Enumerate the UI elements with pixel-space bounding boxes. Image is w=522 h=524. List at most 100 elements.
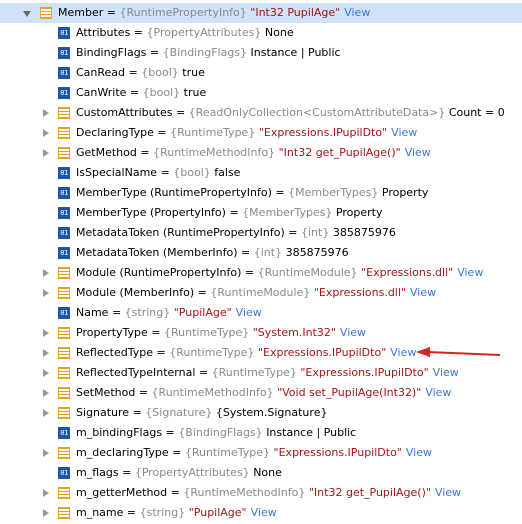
tree-row-metadatatoken-runtimepropertyinfo[interactable]: 01 MetadataToken (RuntimePropertyInfo) = … (0, 223, 522, 243)
view-link[interactable]: View (433, 366, 459, 379)
property-icon (58, 347, 70, 359)
expand-arrow-icon[interactable] (40, 483, 52, 503)
member-type: {ReadOnlyCollection<CustomAttributeData>… (188, 106, 446, 119)
member-value: Property (381, 186, 429, 199)
equals-sign: = (153, 346, 170, 359)
view-link[interactable]: View (410, 286, 436, 299)
view-link[interactable]: View (344, 6, 370, 19)
expand-arrow-icon[interactable] (40, 263, 52, 283)
view-link[interactable]: View (457, 266, 483, 279)
member-value: "Int32 get_PupilAge()" (278, 146, 401, 159)
tree-row-member[interactable]: Member = {RuntimePropertyInfo} "Int32 Pu… (0, 3, 522, 23)
value-icon: 01 (58, 247, 70, 259)
member-type: {MemberTypes} (242, 206, 333, 219)
view-link[interactable]: View (425, 386, 451, 399)
member-value: "Expressions.dll" (361, 266, 454, 279)
tree-row-module-memberinfo[interactable]: Module (MemberInfo) = {RuntimeModule} "E… (0, 283, 522, 303)
member-type: {RuntimeModule} (257, 266, 358, 279)
view-link[interactable]: View (236, 306, 262, 319)
expand-arrow-icon[interactable] (40, 323, 52, 343)
equals-sign: = (123, 506, 140, 519)
equals-sign: = (157, 166, 174, 179)
tree-row-m-gettermethod[interactable]: m_getterMethod = {RuntimeMethodInfo} "In… (0, 483, 522, 503)
tree-row-m-declaringtype[interactable]: m_declaringType = {RuntimeType} "Express… (0, 443, 522, 463)
tree-row-m-flags[interactable]: 01 m_flags = {PropertyAttributes} None (0, 463, 522, 483)
member-name: m_declaringType (76, 446, 169, 459)
tree-row-declaringtype[interactable]: DeclaringType = {RuntimeType} "Expressio… (0, 123, 522, 143)
member-name: MetadataToken (RuntimePropertyInfo) (76, 226, 285, 239)
tree-row-m-bindingflags[interactable]: 01 m_bindingFlags = {BindingFlags} Instan… (0, 423, 522, 443)
member-type: {RuntimePropertyInfo} (119, 6, 247, 19)
equals-sign: = (284, 226, 301, 239)
member-value: Property (335, 206, 383, 219)
view-link[interactable]: View (391, 126, 417, 139)
tree-row-setmethod[interactable]: SetMethod = {RuntimeMethodInfo} "Void se… (0, 383, 522, 403)
tree-row-reflectedtypeinternal[interactable]: ReflectedTypeInternal = {RuntimeType} "E… (0, 363, 522, 383)
value-icon: 01 (58, 227, 70, 239)
row-text: CanWrite = {bool} true (76, 83, 206, 103)
row-text: MemberType (RuntimePropertyInfo) = {Memb… (76, 183, 428, 203)
expand-arrow-icon[interactable] (40, 343, 52, 363)
value-icon: 01 (58, 307, 70, 319)
member-name: MemberType (PropertyInfo) (76, 206, 226, 219)
view-link[interactable]: View (251, 506, 277, 519)
collapse-arrow-icon[interactable] (22, 3, 34, 23)
property-icon (40, 7, 52, 19)
row-text: Member = {RuntimePropertyInfo} "Int32 Pu… (58, 3, 370, 23)
view-link[interactable]: View (390, 346, 416, 359)
equals-sign: = (135, 386, 152, 399)
tree-row-membertype-runtimepropertyinfo[interactable]: 01 MemberType (RuntimePropertyInfo) = {Me… (0, 183, 522, 203)
expand-arrow-icon[interactable] (40, 123, 52, 143)
row-text: BindingFlags = {BindingFlags} Instance |… (76, 43, 341, 63)
member-name: Module (RuntimePropertyInfo) (76, 266, 242, 279)
value-icon: 01 (58, 27, 70, 39)
tree-row-attributes[interactable]: 01 Attributes = {PropertyAttributes} None (0, 23, 522, 43)
tree-row-name[interactable]: 01 Name = {string} "PupilAge" View (0, 303, 522, 323)
tree-row-m-name[interactable]: m_name = {string} "PupilAge" View (0, 503, 522, 523)
value-icon: 01 (58, 47, 70, 59)
tree-row-module-runtimepropertyinfo[interactable]: Module (RuntimePropertyInfo) = {RuntimeM… (0, 263, 522, 283)
expand-arrow-icon[interactable] (40, 383, 52, 403)
value-icon: 01 (58, 427, 70, 439)
tree-row-reflectedtype[interactable]: ReflectedType = {RuntimeType} "Expressio… (0, 343, 522, 363)
member-value: "Int32 PupilAge" (250, 6, 341, 19)
equals-sign: = (108, 306, 125, 319)
view-link[interactable]: View (406, 446, 432, 459)
tree-row-canread[interactable]: 01 CanRead = {bool} true (0, 63, 522, 83)
tree-row-canwrite[interactable]: 01 CanWrite = {bool} true (0, 83, 522, 103)
equals-sign: = (271, 186, 289, 199)
member-name: ReflectedTypeInternal (76, 366, 196, 379)
property-icon (58, 107, 70, 119)
member-name: MetadataToken (MemberInfo) (76, 246, 238, 259)
equals-sign: = (153, 126, 171, 139)
member-value: false (214, 166, 241, 179)
expand-arrow-icon[interactable] (40, 443, 52, 463)
view-link[interactable]: View (405, 146, 431, 159)
view-link[interactable]: View (340, 326, 366, 339)
view-link[interactable]: View (435, 486, 461, 499)
expand-arrow-icon[interactable] (40, 283, 52, 303)
member-name: m_name (76, 506, 124, 519)
row-text: SetMethod = {RuntimeMethodInfo} "Void se… (76, 383, 451, 403)
tree-row-propertytype[interactable]: PropertyType = {RuntimeType} "System.Int… (0, 323, 522, 343)
row-text: Name = {string} "PupilAge" View (76, 303, 262, 323)
expand-arrow-icon[interactable] (40, 143, 52, 163)
expand-arrow-icon[interactable] (40, 363, 52, 383)
tree-row-isspecialname[interactable]: 01 IsSpecialName = {bool} false (0, 163, 522, 183)
tree-row-signature[interactable]: Signature = {Signature} {System.Signatur… (0, 403, 522, 423)
tree-row-metadatatoken-memberinfo[interactable]: 01 MetadataToken (MemberInfo) = {int} 385… (0, 243, 522, 263)
expand-arrow-icon[interactable] (40, 503, 52, 523)
member-value: "System.Int32" (252, 326, 336, 339)
tree-row-bindingflags[interactable]: 01 BindingFlags = {BindingFlags} Instance… (0, 43, 522, 63)
member-type: {int} (253, 246, 283, 259)
expand-arrow-icon[interactable] (40, 103, 52, 123)
expand-arrow-icon[interactable] (40, 403, 52, 423)
member-type: {BindingFlags} (178, 426, 263, 439)
member-value: "Expressions.IPupilDto" (258, 126, 388, 139)
row-text: Module (RuntimePropertyInfo) = {RuntimeM… (76, 263, 483, 283)
row-text: PropertyType = {RuntimeType} "System.Int… (76, 323, 366, 343)
tree-row-getmethod[interactable]: GetMethod = {RuntimeMethodInfo} "Int32 g… (0, 143, 522, 163)
tree-row-customattributes[interactable]: CustomAttributes = {ReadOnlyCollection<C… (0, 103, 522, 123)
tree-row-membertype-propertyinfo[interactable]: 01 MemberType (PropertyInfo) = {MemberTyp… (0, 203, 522, 223)
row-text: ReflectedType = {RuntimeType} "Expressio… (76, 343, 416, 363)
